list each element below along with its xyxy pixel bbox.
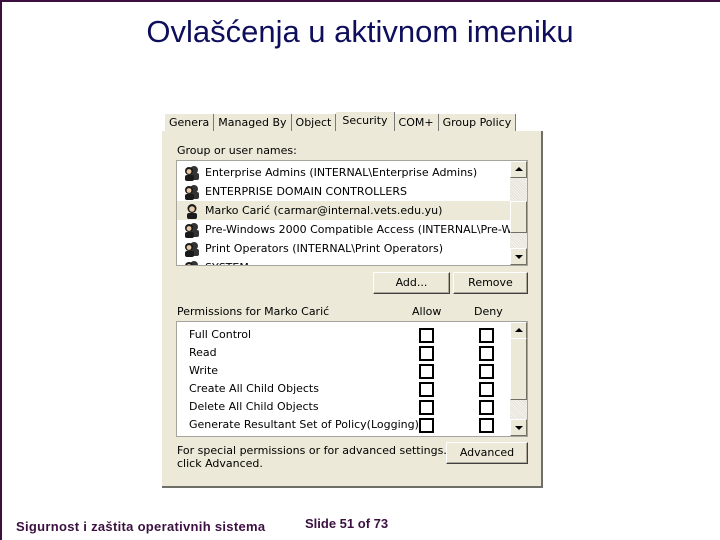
scroll-thumb[interactable] — [510, 338, 527, 400]
group-name: Marko Carić (carmar@internal.vets.edu.yu… — [205, 204, 443, 217]
permissions-list[interactable]: Full Control Read Write Create All Child Ob… — [176, 321, 528, 437]
scroll-up-button[interactable] — [510, 322, 527, 339]
group-icon — [183, 184, 201, 200]
allow-checkbox[interactable] — [419, 328, 434, 343]
allow-checkbox[interactable] — [419, 418, 434, 433]
scroll-down-button[interactable] — [510, 248, 527, 265]
footer-course-title: Sigurnost i zaštita operativnih sistema — [16, 519, 266, 534]
advanced-button[interactable]: Advanced — [446, 442, 528, 464]
deny-checkbox[interactable] — [479, 364, 494, 379]
slide-number: Slide 51 of 73 — [305, 516, 389, 531]
advanced-hint-line1: For special permissions or for advanced … — [177, 444, 447, 457]
slide-border-left — [0, 0, 2, 540]
slide-border-top — [0, 0, 720, 2]
group-name: SYSTEM — [205, 261, 249, 265]
allow-checkbox[interactable] — [419, 346, 434, 361]
deny-header: Deny — [474, 305, 503, 318]
add-button[interactable]: Add... — [373, 272, 450, 294]
group-list-item[interactable]: Print Operators (INTERNAL\Print Operator… — [177, 239, 510, 258]
permissions-scrollbar[interactable] — [510, 322, 527, 436]
deny-checkbox[interactable] — [479, 346, 494, 361]
arrow-up-icon — [515, 328, 523, 332]
deny-checkbox[interactable] — [479, 382, 494, 397]
properties-dialog: Genera Managed By Object Security COM+ G… — [162, 112, 543, 488]
tab-group-policy[interactable]: Group Policy — [438, 114, 517, 132]
tab-com-plus[interactable]: COM+ — [394, 114, 439, 132]
tab-bar: Genera Managed By Object Security COM+ G… — [165, 112, 517, 132]
group-names-label: Group or user names: — [177, 144, 297, 157]
permission-row: Full Control — [177, 326, 510, 344]
arrow-up-icon — [515, 167, 523, 171]
group-name: Enterprise Admins (INTERNAL\Enterprise A… — [205, 166, 478, 179]
permission-row: Create All Child Objects — [177, 380, 510, 398]
group-icon — [183, 222, 201, 238]
group-icon — [183, 260, 201, 265]
permission-name: Read — [189, 346, 217, 359]
scroll-up-button[interactable] — [510, 161, 527, 178]
allow-checkbox[interactable] — [419, 382, 434, 397]
deny-checkbox[interactable] — [479, 418, 494, 433]
allow-checkbox[interactable] — [419, 400, 434, 415]
group-list-item[interactable]: Enterprise Admins (INTERNAL\Enterprise A… — [177, 163, 510, 182]
tab-security[interactable]: Security — [336, 112, 395, 132]
arrow-down-icon — [515, 426, 523, 430]
permissions-label: Permissions for Marko Carić — [177, 305, 330, 318]
scroll-down-button[interactable] — [510, 419, 527, 436]
group-icon — [183, 241, 201, 257]
scroll-thumb[interactable] — [510, 201, 527, 233]
permission-name: Create All Child Objects — [189, 382, 319, 395]
tab-general[interactable]: Genera — [165, 114, 215, 132]
arrow-down-icon — [515, 255, 523, 259]
permission-row: Read — [177, 344, 510, 362]
permission-row: Generate Resultant Set of Policy(Logging… — [177, 416, 510, 434]
group-list-item[interactable]: ENTERPRISE DOMAIN CONTROLLERS — [177, 182, 510, 201]
deny-checkbox[interactable] — [479, 328, 494, 343]
group-user-list[interactable]: Enterprise Admins (INTERNAL\Enterprise A… — [176, 160, 528, 266]
group-list-item[interactable]: Pre-Windows 2000 Compatible Access (INTE… — [177, 220, 527, 239]
permission-name: Write — [189, 364, 219, 377]
group-icon — [183, 165, 201, 181]
allow-header: Allow — [412, 305, 442, 318]
tab-managed-by[interactable]: Managed By — [214, 114, 292, 132]
remove-button[interactable]: Remove — [453, 272, 528, 294]
permission-name: Full Control — [189, 328, 252, 341]
permission-row: Write — [177, 362, 510, 380]
allow-checkbox[interactable] — [419, 364, 434, 379]
deny-checkbox[interactable] — [479, 400, 494, 415]
permission-name: Generate Resultant Set of Policy(Logging… — [189, 418, 419, 431]
permission-name: Delete All Child Objects — [189, 400, 319, 413]
tab-object[interactable]: Object — [291, 114, 337, 132]
group-list-item[interactable]: SYSTEM — [177, 258, 510, 265]
group-list-item[interactable]: Marko Carić (carmar@internal.vets.edu.yu… — [177, 201, 510, 220]
group-list-scrollbar[interactable] — [510, 161, 527, 265]
advanced-hint-line2: click Advanced. — [177, 457, 263, 470]
group-name: ENTERPRISE DOMAIN CONTROLLERS — [205, 185, 407, 198]
user-icon — [183, 203, 201, 219]
slide-title: Ovlašćenja u aktivnom imeniku — [146, 14, 574, 49]
permission-row: Delete All Child Objects — [177, 398, 510, 416]
security-panel: Group or user names: Enterprise Admins (… — [162, 131, 543, 488]
group-name: Print Operators (INTERNAL\Print Operator… — [205, 242, 443, 255]
group-name: Pre-Windows 2000 Compatible Access (INTE… — [205, 223, 528, 236]
